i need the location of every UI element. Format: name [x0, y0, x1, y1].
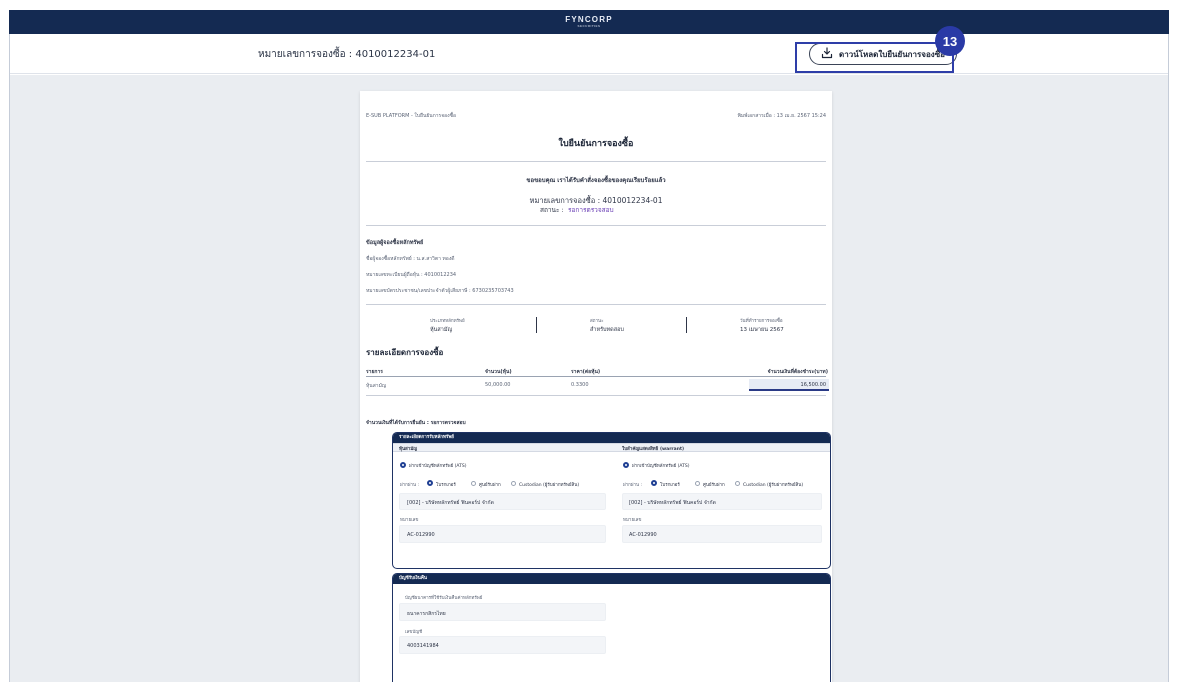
- broker-value: [002] - บริษัทหลักทรัพย์ ฟินคอร์ป จำกัด: [407, 500, 494, 506]
- option-label: โบรกเกอร์: [436, 483, 456, 488]
- summary-value: 13 เมษายน 2567: [740, 327, 784, 333]
- order-header: หมายเลขการจองซื้อ : 4010012234-01 ดาวน์โ…: [9, 34, 1169, 74]
- securities-delivery-panel: รายละเอียดการรับหลักทรัพย์ หุ้นสามัญ ใบส…: [392, 432, 831, 569]
- thank-you-text: ขอขอบคุณ เราได้รับคำสั่งจองซื้อของคุณเรี…: [526, 177, 666, 184]
- table-header: จำนวน(หุ้น): [485, 369, 512, 375]
- column-header: หุ้นสามัญ: [399, 447, 418, 452]
- divider: [366, 225, 826, 226]
- account-number-label: เลขบัญชี: [405, 630, 423, 635]
- printed-at: พิมพ์เอกสารเมื่อ : 13 เม.ย. 2567 15:24: [737, 113, 826, 119]
- table-cell: หุ้นสามัญ: [366, 383, 387, 389]
- account-value: AC-012990: [407, 532, 435, 538]
- summary-label: สถานะ: [590, 319, 604, 324]
- summary-value: หุ้นสามัญ: [430, 327, 453, 333]
- table-header-rule: [366, 376, 826, 377]
- order-number-label: หมายเลขการจองซื้อ : 4010012234-01: [258, 49, 436, 60]
- custodian-radio[interactable]: [735, 481, 740, 486]
- panel-subheader: [393, 443, 830, 452]
- option-label: ศูนย์รับฝาก: [703, 483, 725, 488]
- document-title: ใบยืนยันการจองซื้อ: [558, 139, 634, 149]
- panel-title: บัญชีรับเงินคืน: [393, 574, 830, 584]
- fyncorp-logo: FYNCORP SECURITIES: [565, 15, 613, 29]
- divider: [366, 161, 826, 162]
- refund-account-panel: บัญชีรับเงินคืน บัญชีธนาคารที่ใช้รับเงิน…: [392, 573, 831, 682]
- table-header: รายการ: [366, 369, 383, 375]
- deposit-radio[interactable]: [623, 462, 629, 468]
- summary-label: ประเภทหลักทรัพย์: [430, 319, 465, 324]
- bank-value: ธนาคารกสิกรไทย: [407, 611, 446, 617]
- bank-label: บัญชีธนาคารที่ใช้รับเงินคืนค่าหลักทรัพย์: [405, 596, 483, 601]
- depository-radio[interactable]: [471, 481, 476, 486]
- step-highlight-box: [795, 42, 954, 73]
- subscriber-name: ชื่อผู้จองซื้อหลักทรัพย์ : น.ส.สาวิตา ทอ…: [366, 256, 455, 262]
- table-cell-amount: 16,500.00: [800, 382, 826, 388]
- custodian-radio[interactable]: [511, 481, 516, 486]
- top-bar: FYNCORP SECURITIES: [9, 10, 1169, 34]
- platform-label: E-SUB PLATFORM - ใบยืนยันการจองซื้อ: [366, 113, 457, 119]
- deposit-option-label: ฝากเข้าบัญชีหลักทรัพย์ (ATS): [409, 464, 467, 469]
- table-cell: 0.3300: [571, 382, 589, 388]
- deposit-radio[interactable]: [400, 462, 406, 468]
- option-label: ศูนย์รับฝาก: [479, 483, 501, 488]
- status-value: รอการตรวจสอบ: [568, 206, 614, 214]
- option-label: Custodian (ผู้รับฝากทรัพย์สิน): [743, 483, 804, 488]
- divider: [366, 395, 826, 396]
- broker-value: [002] - บริษัทหลักทรัพย์ ฟินคอร์ป จำกัด: [629, 500, 716, 506]
- via-label: ฝากผ่าน :: [623, 483, 643, 488]
- subscriber-heading: ข้อมูลผู้จองซื้อหลักทรัพย์: [366, 240, 424, 246]
- id-number: หมายเลขบัตรประชาชน/เลขประจำตัวผู้เสียภาษ…: [366, 288, 514, 294]
- step-number-badge: 13: [935, 26, 965, 56]
- depository-radio[interactable]: [695, 481, 700, 486]
- account-label: หมายเลข: [623, 518, 642, 523]
- column-header: ใบสำคัญแสดงสิทธิ (warrant): [622, 447, 685, 452]
- account-label: หมายเลข: [400, 518, 419, 523]
- document-viewer[interactable]: E-SUB PLATFORM - ใบยืนยันการจองซื้อ พิมพ…: [9, 75, 1169, 682]
- table-header: จำนวนเงินที่ต้องชำระ(บาท): [767, 369, 828, 375]
- status-label: สถานะ :: [540, 206, 564, 214]
- summary-separator: [536, 317, 537, 333]
- panel-title: รายละเอียดการรับหลักทรัพย์: [393, 433, 830, 443]
- summary-label: วันที่ทำรายการจองซื้อ: [740, 319, 783, 324]
- viewport-border-right: [1168, 34, 1169, 682]
- viewport-border-left: [9, 34, 10, 682]
- shareholder-registration: หมายเลขทะเบียนผู้ถือหุ้น : 4010012234: [366, 272, 457, 278]
- table-header: ราคา(ต่อหุ้น): [571, 369, 601, 375]
- table-cell: 50,000.00: [485, 382, 511, 388]
- summary-value: สำหรับทดสอบ: [590, 327, 624, 333]
- via-label: ฝากผ่าน :: [400, 483, 420, 488]
- divider: [366, 304, 826, 305]
- broker-radio[interactable]: [427, 480, 433, 486]
- summary-separator: [686, 317, 687, 333]
- refund-note: จำนวนเงินที่ได้รับการยืนยัน : รอการตรวจส…: [366, 420, 466, 426]
- account-value: AC-012990: [629, 532, 657, 538]
- account-number-value: 4003141984: [407, 643, 439, 649]
- option-label: Custodian (ผู้รับฝากทรัพย์สิน): [519, 483, 580, 488]
- confirmation-document: E-SUB PLATFORM - ใบยืนยันการจองซื้อ พิมพ…: [360, 91, 832, 682]
- broker-radio[interactable]: [651, 480, 657, 486]
- option-label: โบรกเกอร์: [660, 483, 680, 488]
- deposit-option-label: ฝากเข้าบัญชีหลักทรัพย์ (ATS): [632, 464, 690, 469]
- details-heading: รายละเอียดการจองซื้อ: [366, 348, 444, 357]
